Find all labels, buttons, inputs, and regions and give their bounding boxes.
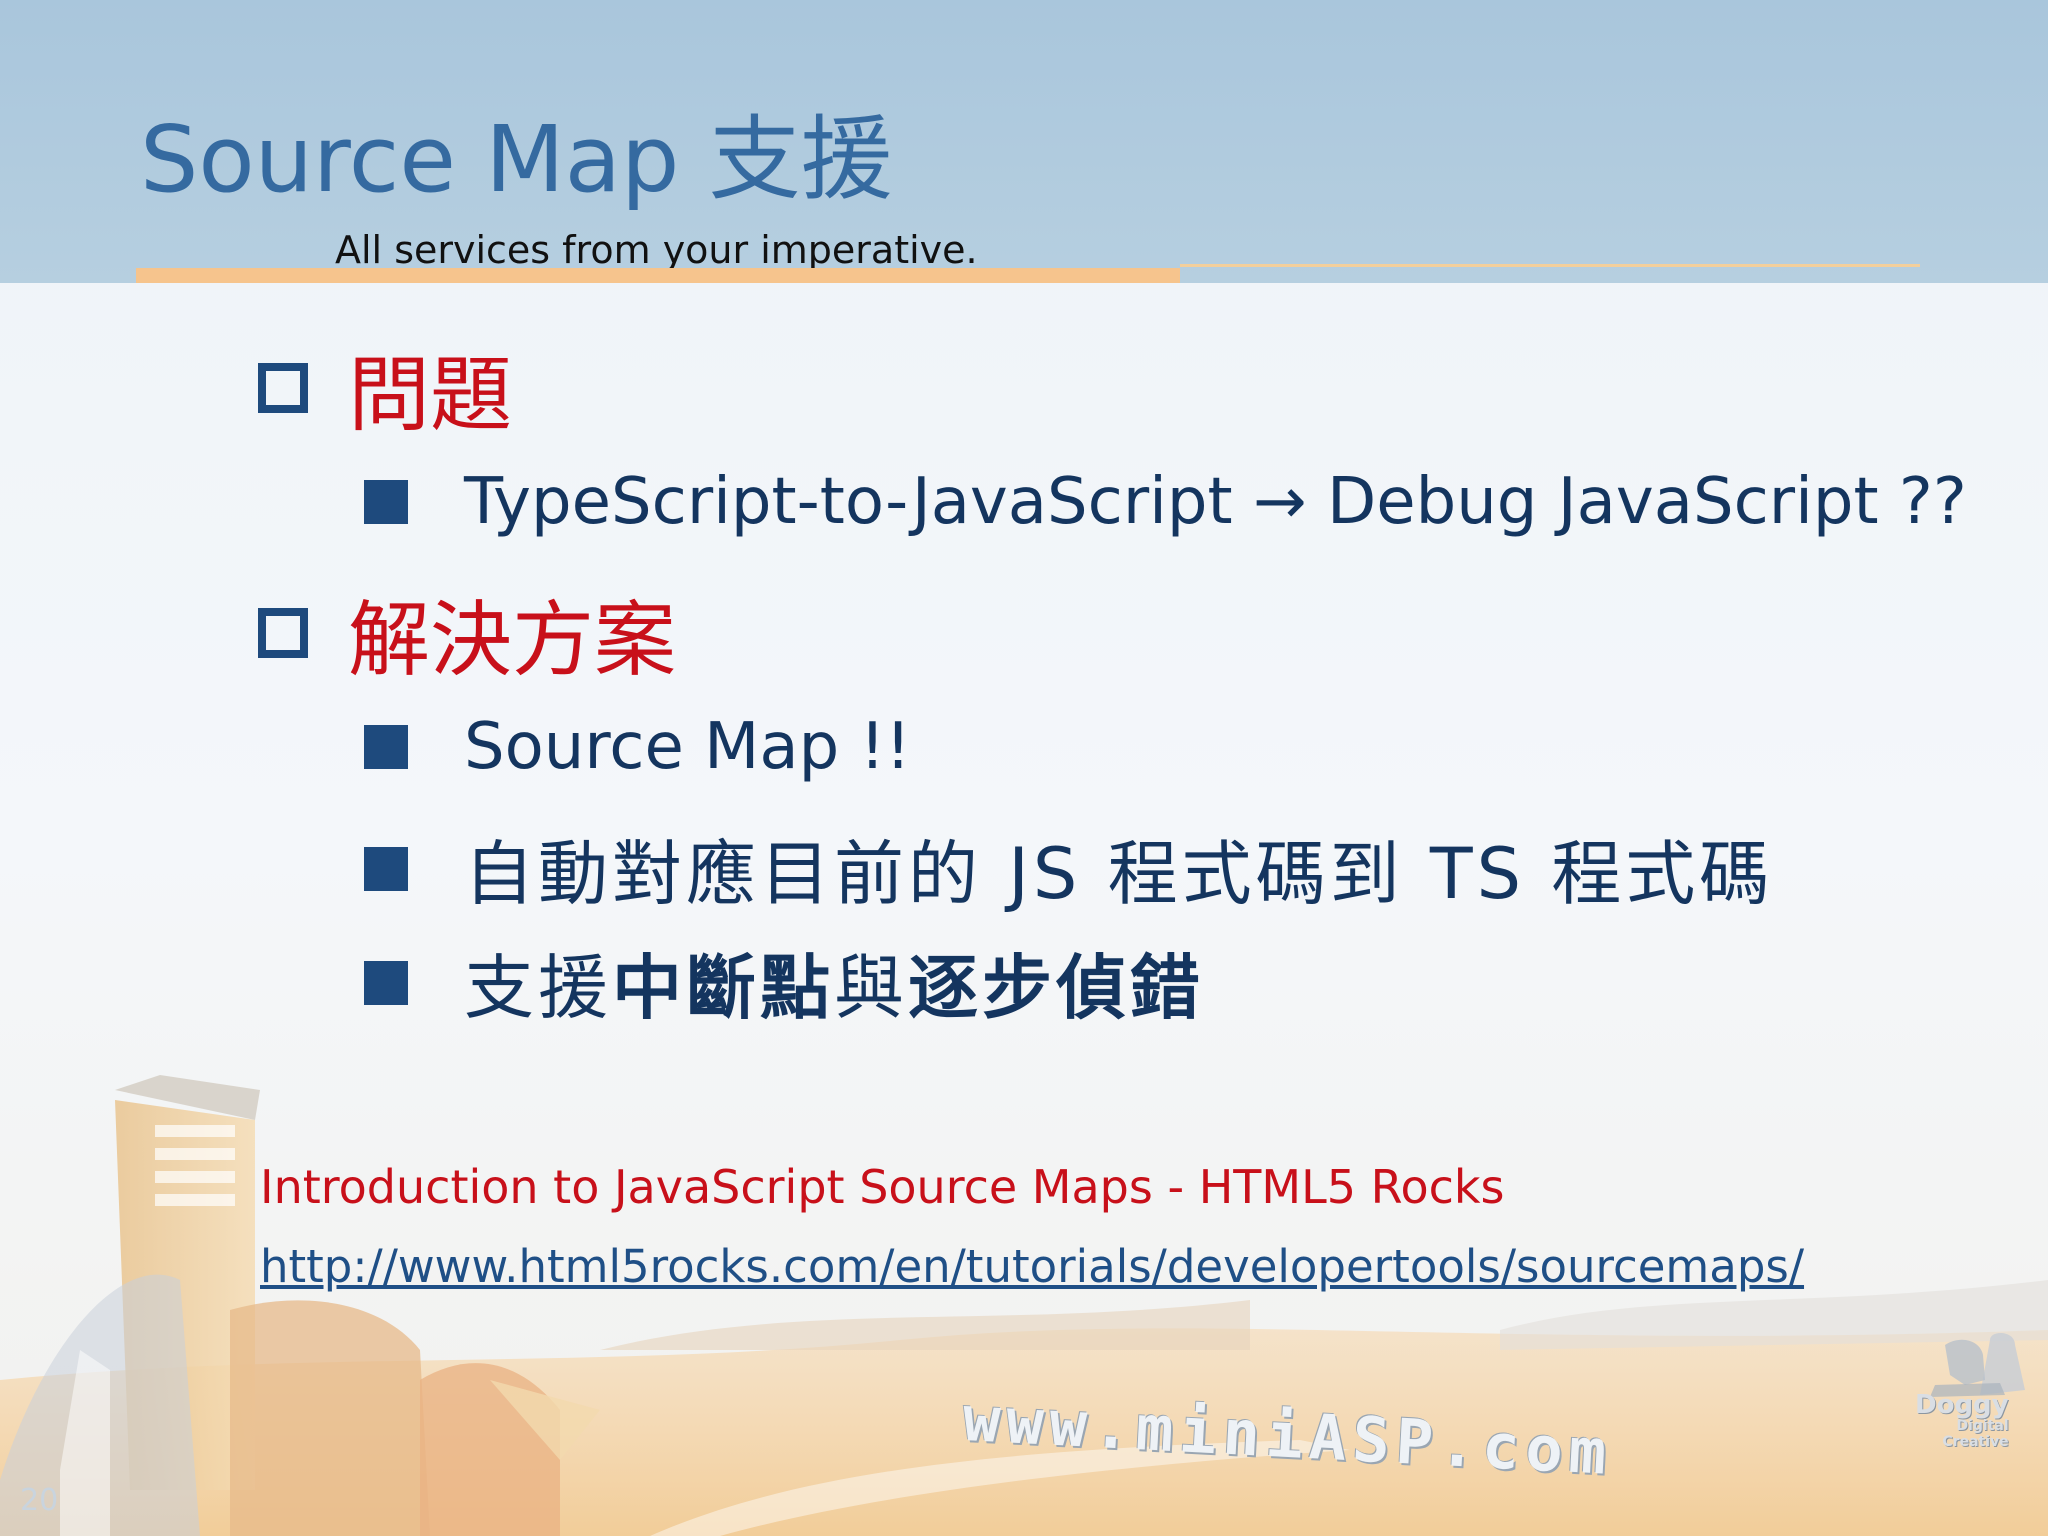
title-underline-thin [1180,264,1920,267]
section-heading-text: 解決方案 [348,593,677,688]
bullet-item: 支援中斷點與逐步偵錯 [364,932,1204,1033]
slide: Source Map 支援 All services from your imp… [0,0,2048,1536]
logo-line: Digital [1956,1418,2009,1434]
slide-subtitle: All services from your imperative. [335,228,978,272]
filled-square-bullet-icon [364,846,408,891]
bullet-text-connector: 與 [834,947,908,1029]
hollow-square-bullet-icon [258,362,308,413]
bullet-text-emphasis-breakpoints: 中斷點 [612,947,834,1029]
bullet-item: TypeScript-to-JavaScript → Debug JavaScr… [364,465,1967,539]
logo-line: Doggy [1915,1390,2009,1420]
section-heading-text: 問題 [348,348,513,443]
hollow-square-bullet-icon [258,607,308,658]
reference-link[interactable]: http://www.html5rocks.com/en/tutorials/d… [260,1240,1804,1293]
corner-logo-text: Doggy Digital Creative [1915,1392,2009,1450]
bullet-text-prefix: 支援 [464,947,612,1029]
bullet-text: TypeScript-to-JavaScript → Debug JavaScr… [464,465,1967,539]
logo-line: Creative [1942,1434,2009,1450]
bullet-text: Source Map !! [464,710,911,784]
section-heading-solution: 解決方案 [258,573,676,692]
bullet-item: Source Map !! [364,710,911,784]
filled-square-bullet-icon [364,725,408,769]
page-number: 20 [20,1483,59,1518]
slide-title: Source Map 支援 [140,106,893,213]
footer-illustration [0,1075,2048,1536]
reference-title: Introduction to JavaScript Source Maps -… [260,1160,1505,1214]
section-heading-problem: 問題 [258,328,512,447]
filled-square-bullet-icon [364,480,408,524]
bullet-item: 自動對應目前的 JS 程式碼到 TS 程式碼 [364,818,1773,919]
bullet-text: 支援中斷點與逐步偵錯 [464,932,1204,1033]
bullet-text: 自動對應目前的 JS 程式碼到 TS 程式碼 [464,833,1774,915]
title-underline-accent [136,268,1180,283]
filled-square-bullet-icon [364,960,408,1005]
bullet-text-emphasis-stepping: 逐步偵錯 [908,947,1204,1029]
